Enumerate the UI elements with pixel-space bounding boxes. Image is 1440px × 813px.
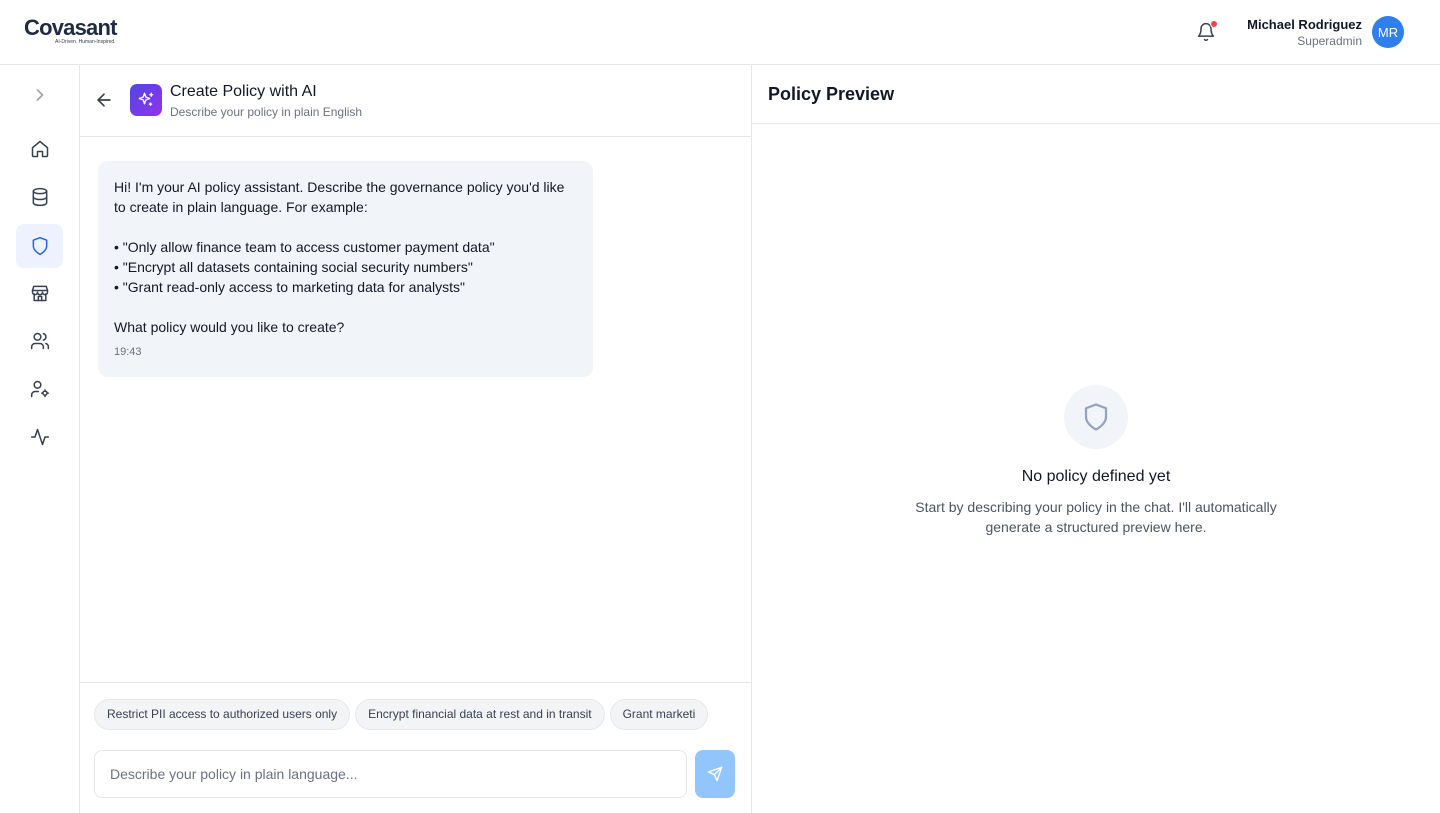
ai-sparkles-badge <box>130 84 162 116</box>
shield-icon <box>32 236 47 256</box>
message-question: What policy would you like to create? <box>114 319 345 335</box>
message-example-2: • "Encrypt all datasets containing socia… <box>114 259 473 275</box>
sidebar-item-marketplace[interactable] <box>16 271 63 315</box>
users-icon <box>30 332 49 350</box>
message-example-1: • "Only allow finance team to access cus… <box>114 239 495 255</box>
user-name: Michael Rodriguez <box>1247 17 1362 32</box>
message-timestamp: 19:43 <box>114 346 142 358</box>
sidebar-item-users[interactable] <box>16 319 63 363</box>
sidebar-item-user-settings[interactable] <box>16 367 63 411</box>
sidebar-item-activity[interactable] <box>16 415 63 459</box>
notification-dot <box>1210 20 1218 28</box>
sidebar-item-policies[interactable] <box>16 224 63 268</box>
back-button[interactable] <box>94 90 114 110</box>
sidebar-item-data[interactable] <box>16 175 63 219</box>
send-button[interactable] <box>695 750 735 798</box>
send-icon <box>707 766 723 782</box>
sidebar-item-home[interactable] <box>16 127 63 171</box>
preview-title: Policy Preview <box>768 84 895 104</box>
sparkles-icon <box>138 92 154 106</box>
sidebar <box>0 65 80 813</box>
database-icon <box>32 187 47 207</box>
chat-header: Create Policy with AI Describe your poli… <box>80 65 751 137</box>
chat-title: Create Policy with AI <box>170 83 317 100</box>
composer: Restrict PII access to authorized users … <box>80 682 751 813</box>
store-icon <box>31 285 48 302</box>
message-example-3: • "Grant read-only access to marketing d… <box>114 279 465 295</box>
home-icon <box>31 140 48 158</box>
arrow-left-icon <box>97 93 111 107</box>
message-intro: Hi! I'm your AI policy assistant. Descri… <box>114 179 565 215</box>
user-role: Superadmin <box>1297 34 1362 48</box>
suggestion-chip[interactable]: Restrict PII access to authorized users … <box>94 699 351 730</box>
preview-header: Policy Preview <box>752 65 1440 124</box>
sidebar-expand-button[interactable] <box>16 73 63 117</box>
preview-panel: Policy Preview No policy defined yet Sta… <box>752 65 1440 813</box>
policy-input[interactable] <box>94 750 687 798</box>
empty-state-text: Start by describing your policy in the c… <box>915 499 1277 535</box>
suggestion-list[interactable]: Restrict PII access to authorized users … <box>94 699 735 731</box>
brand-name: Covasant <box>24 15 117 40</box>
brand-tagline: AI-Driven. Human-Inspired. <box>55 39 116 45</box>
activity-icon <box>30 428 49 446</box>
logo[interactable]: Covasant AI-Driven. Human-Inspired. <box>24 15 117 46</box>
chat-subtitle: Describe your policy in plain English <box>170 105 363 119</box>
user-info[interactable]: Michael Rodriguez Superadmin <box>1247 17 1362 49</box>
empty-state-badge <box>1064 385 1128 449</box>
suggestion-chip[interactable]: Encrypt financial data at rest and in tr… <box>355 699 605 730</box>
avatar[interactable]: MR <box>1372 16 1404 48</box>
chat-panel: Create Policy with AI Describe your poli… <box>80 65 752 813</box>
top-bar: Covasant AI-Driven. Human-Inspired. Mich… <box>0 0 1440 65</box>
assistant-message: Hi! I'm your AI policy assistant. Descri… <box>98 161 593 377</box>
user-settings-icon <box>30 380 49 398</box>
shield-icon <box>1084 403 1108 431</box>
suggestion-chip[interactable]: Grant marketi <box>609 699 709 730</box>
chevron-right-icon <box>36 89 43 101</box>
empty-state-title: No policy defined yet <box>1021 468 1171 485</box>
